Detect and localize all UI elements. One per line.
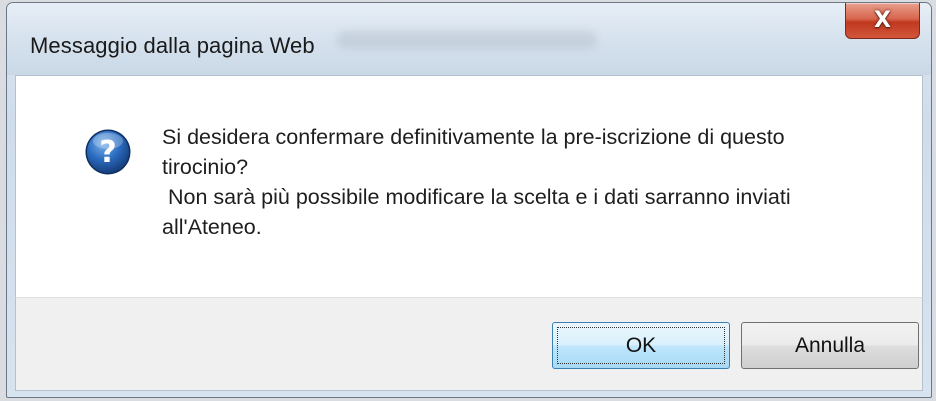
title-bar[interactable]: Messaggio dalla pagina Web X [7, 3, 931, 75]
close-icon: X [874, 7, 891, 33]
message-area: ? Si desidera confermare definitivamente… [15, 75, 923, 297]
button-bar: OK Annulla [15, 297, 923, 391]
message-line: tirocinio? [162, 155, 249, 179]
message-line: Si desidera confermare definitivamente l… [162, 125, 785, 149]
dialog-message: Si desidera confermare definitivamente l… [162, 122, 882, 242]
cancel-button[interactable]: Annulla [741, 322, 919, 369]
svg-text:?: ? [99, 135, 116, 170]
window-title: Messaggio dalla pagina Web [30, 33, 315, 58]
message-line: Non sarà più possibile modificare la sce… [162, 185, 791, 209]
dialog-window: Messaggio dalla pagina Web X ? Si deside… [6, 2, 932, 398]
question-icon: ? [85, 129, 131, 175]
ok-button[interactable]: OK [552, 322, 730, 369]
cancel-button-label: Annulla [794, 333, 866, 357]
title-bar-background [337, 31, 597, 49]
close-button[interactable]: X [845, 3, 920, 39]
message-line: all'Ateneo. [162, 215, 262, 239]
ok-button-label: OK [625, 333, 657, 357]
